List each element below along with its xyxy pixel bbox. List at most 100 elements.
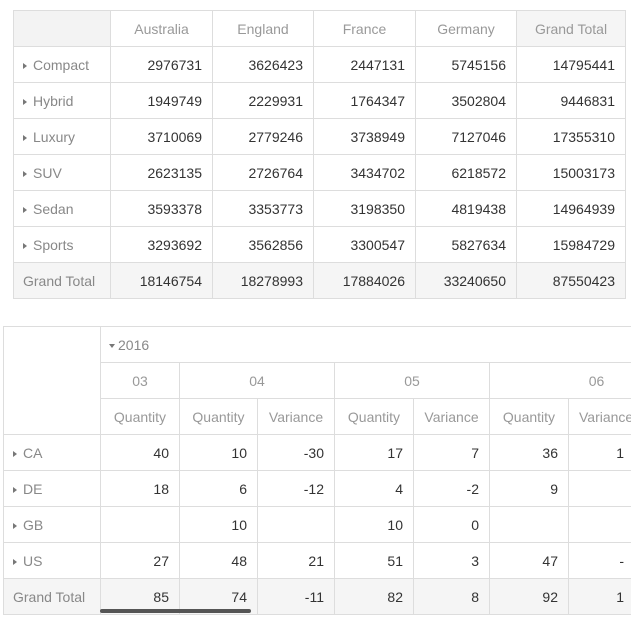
column-header-month[interactable]: 04 [179, 362, 335, 399]
row-header-luxury[interactable]: Luxury [13, 118, 111, 155]
cell: 3293692 [110, 226, 213, 263]
row-header-de[interactable]: DE [3, 470, 101, 507]
measure-header: Quantity [100, 398, 180, 435]
column-header-month[interactable]: 05 [334, 362, 490, 399]
table-row: Luxury 3710069 2779246 3738949 7127046 1… [13, 118, 626, 155]
cell: 3626423 [212, 46, 314, 83]
grand-total-row: Grand Total 85 74 -11 82 8 92 1 [3, 578, 631, 615]
cell: 5827634 [415, 226, 517, 263]
cell: 1949749 [110, 82, 213, 119]
cell: 6218572 [415, 154, 517, 191]
cell-grand-total: 17355310 [516, 118, 626, 155]
column-header-australia[interactable]: Australia [110, 10, 213, 47]
cell: 3 [413, 542, 490, 579]
expand-arrow-icon[interactable] [23, 206, 27, 213]
year-header-row: 2016 [3, 326, 631, 435]
row-header-sports[interactable]: Sports [13, 226, 111, 263]
cell: 2779246 [212, 118, 314, 155]
table-row: DE 18 6 -12 4 -2 9 [3, 470, 631, 507]
expand-arrow-icon[interactable] [23, 62, 27, 69]
cell: 47 [489, 542, 569, 579]
expand-arrow-icon[interactable] [23, 98, 27, 105]
expand-arrow-icon[interactable] [13, 486, 17, 493]
column-header-germany[interactable]: Germany [415, 10, 517, 47]
cell-grand-total: 14795441 [516, 46, 626, 83]
row-header-hybrid[interactable]: Hybrid [13, 82, 111, 119]
expand-arrow-icon[interactable] [13, 558, 17, 565]
column-header-year[interactable]: 2016 [99, 326, 631, 363]
cell-grand-total: 33240650 [415, 262, 517, 299]
cell: 2447131 [313, 46, 416, 83]
cell: 4 [334, 470, 414, 507]
measure-header: Quantity [489, 398, 569, 435]
column-header-france[interactable]: France [313, 10, 416, 47]
cell: 2976731 [110, 46, 213, 83]
cell: - [567, 542, 631, 579]
expand-arrow-icon[interactable] [23, 170, 27, 177]
cell: 4819438 [415, 190, 517, 227]
cell: 36 [489, 434, 569, 471]
expand-arrow-icon[interactable] [13, 522, 17, 529]
cell: 2229931 [212, 82, 314, 119]
row-header-gb[interactable]: GB [3, 506, 101, 543]
cell: 3593378 [110, 190, 213, 227]
column-header-month[interactable]: 06 [488, 362, 631, 399]
row-label: US [23, 552, 43, 569]
measure-header: Variance [257, 398, 335, 435]
measure-header: Variance [567, 398, 631, 435]
cell-grand-total: 18278993 [212, 262, 314, 299]
cell-grand-total: 15984729 [516, 226, 626, 263]
table-row: CA 40 10 -30 17 7 36 1 [3, 434, 631, 471]
row-label: Sports [33, 236, 74, 253]
horizontal-scrollbar-thumb[interactable] [100, 609, 251, 613]
row-label: Hybrid [33, 92, 74, 109]
cell: 18 [100, 470, 180, 507]
row-label: Luxury [33, 128, 76, 145]
cell-grand-total: 92 [489, 578, 569, 615]
pivot-grid-quantity-viewport[interactable]: 2016 03 04 05 06 Quantity Quantity Varia… [3, 326, 631, 616]
measure-header: Quantity [179, 398, 258, 435]
cell: 3353773 [212, 190, 314, 227]
expand-arrow-icon[interactable] [23, 242, 27, 249]
cell: -2 [413, 470, 490, 507]
row-header-us[interactable]: US [3, 542, 101, 579]
cell-grand-total: 17884026 [313, 262, 416, 299]
pivot-grid-quantity: 2016 03 04 05 06 Quantity Quantity Varia… [3, 326, 631, 615]
cell-grand-total: 1 [567, 578, 631, 615]
table-row: Hybrid 1949749 2229931 1764347 3502804 9… [13, 82, 626, 119]
row-label: DE [23, 480, 43, 497]
cell: 40 [100, 434, 180, 471]
row-label: Compact [33, 56, 90, 73]
cell-grand-total: 82 [334, 578, 414, 615]
grand-total-row: Grand Total 18146754 18278993 17884026 3… [13, 262, 626, 299]
row-header-compact[interactable]: Compact [13, 46, 111, 83]
row-header-suv[interactable]: SUV [13, 154, 111, 191]
column-header-month[interactable]: 03 [100, 362, 180, 399]
cell: 2726764 [212, 154, 314, 191]
corner-cell [13, 10, 111, 47]
table-row: Sports 3293692 3562856 3300547 5827634 1… [13, 226, 626, 263]
cell: 3300547 [313, 226, 416, 263]
cell: 1 [567, 434, 631, 471]
collapse-arrow-icon[interactable] [109, 343, 115, 348]
table-row: Compact 2976731 3626423 2447131 5745156 … [13, 46, 626, 83]
expand-arrow-icon[interactable] [23, 134, 27, 141]
pivot-grid-sales: Australia England France Germany Grand T… [13, 10, 626, 299]
cell: 17 [334, 434, 414, 471]
column-header-england[interactable]: England [212, 10, 314, 47]
row-label: Sedan [33, 200, 74, 217]
table-row: Sedan 3593378 3353773 3198350 4819438 14… [13, 190, 626, 227]
grand-total-label: Grand Total [13, 262, 111, 299]
row-header-ca[interactable]: CA [3, 434, 101, 471]
cell: 0 [413, 506, 490, 543]
cell-grand-total: 87550423 [516, 262, 626, 299]
corner-cell [3, 326, 101, 435]
cell: 3710069 [110, 118, 213, 155]
cell: 6 [179, 470, 258, 507]
cell [489, 506, 569, 543]
cell: 5745156 [415, 46, 517, 83]
row-header-sedan[interactable]: Sedan [13, 190, 111, 227]
measure-header: Quantity [334, 398, 414, 435]
expand-arrow-icon[interactable] [13, 450, 17, 457]
cell-grand-total: 8 [413, 578, 490, 615]
